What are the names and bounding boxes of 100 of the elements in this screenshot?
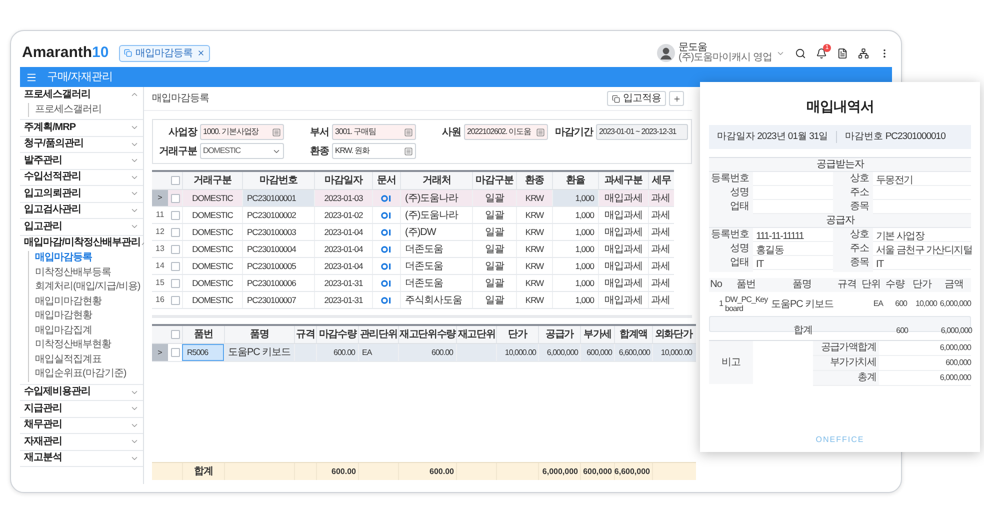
column-header[interactable]: 단가 <box>496 326 538 343</box>
sidebar-item[interactable]: 수입선적관리 <box>20 170 143 185</box>
column-header[interactable]: 거래구분 <box>182 172 242 189</box>
column-header[interactable]: 부가세 <box>580 326 614 343</box>
checkbox[interactable] <box>170 244 180 254</box>
sidebar-item[interactable]: 청구/품의관리 <box>20 136 143 152</box>
column-header[interactable]: 재고단위 <box>456 326 496 343</box>
search-icon[interactable] <box>795 48 806 58</box>
column-header[interactable]: 관리단위 <box>358 326 398 343</box>
checkbox[interactable] <box>170 210 180 220</box>
column-header[interactable]: 마감번호 <box>242 172 314 189</box>
input-field[interactable]: 3001. 구매팀 <box>332 124 416 140</box>
input-field[interactable]: 2023-01-01 ~ 2023-12-31 <box>596 124 688 140</box>
sidebar-subitem[interactable]: 매입마감현황 <box>35 311 92 322</box>
checkbox[interactable] <box>170 228 180 236</box>
sidebar-item[interactable]: 채무관리 <box>20 418 143 433</box>
sidebar-item[interactable]: 재고분석 <box>20 450 143 466</box>
checkbox[interactable] <box>170 296 180 304</box>
table-cell: 과세 <box>648 224 674 240</box>
column-header[interactable]: 과세구분 <box>598 172 648 189</box>
table-row[interactable]: > R5006 도움PC 키보드 600.00 EA 600.00 10,000.00 6,000,000 600,000 6,600,000 10,000.00 <box>152 344 696 362</box>
column-header: 품번 <box>736 278 756 292</box>
add-button[interactable] <box>669 91 684 106</box>
column-header[interactable]: 거래처 <box>400 172 472 189</box>
avatar-icon[interactable] <box>656 44 675 62</box>
table-cell: PC230100001 <box>242 190 314 206</box>
user-name: 문도움 <box>678 43 708 53</box>
table-row[interactable]: 11 DOMESTIC PC230100002 2023-01-02 (주)도움나라 일괄 KRW 1,000 매입과세 과세 <box>152 207 674 224</box>
sidebar-item[interactable]: 발주관리 <box>20 153 143 168</box>
sidebar-item[interactable]: 지급관리 <box>20 401 143 416</box>
table-row[interactable]: 12 DOMESTIC PC230100003 2023-01-04 (주)DW 일괄 KRW 1,000 매입과세 과세 <box>152 224 674 241</box>
checkbox[interactable] <box>170 194 180 202</box>
column-header[interactable]: 마감수량 <box>316 326 358 343</box>
sidebar-subitem[interactable]: 매입순위표(마감기준) <box>35 369 126 380</box>
column-header[interactable]: 합계액 <box>614 326 652 343</box>
logo[interactable]: Amaranth10 <box>22 42 109 64</box>
table-row[interactable]: > DOMESTIC PC230100001 2023-01-03 (주)도움나라 일괄 KRW 1,000 매입과세 과세 <box>152 190 674 207</box>
section-title: 공급받는자 <box>709 158 971 172</box>
document-status-icon[interactable] <box>381 228 392 236</box>
checkbox[interactable] <box>170 330 180 339</box>
sidebar-item[interactable]: 프로세스갤러리 <box>20 87 143 102</box>
sidebar-subitem[interactable]: 매입마감등록 <box>35 253 92 264</box>
table-cell: DOMESTIC <box>182 224 242 240</box>
document-status-icon[interactable] <box>381 246 392 252</box>
table-row[interactable]: 14 DOMESTIC PC230100005 2023-01-04 더존도움 일괄 KRW 1,000 매입과세 과세 <box>152 258 674 275</box>
document-status-icon[interactable] <box>381 262 392 270</box>
sidebar-subitem[interactable]: 매입미마감현황 <box>35 296 102 307</box>
column-header[interactable]: 마감구분 <box>472 172 516 189</box>
column-header[interactable]: 공급가 <box>538 326 580 343</box>
column-header[interactable]: 품명 <box>224 326 294 343</box>
sidebar-subitem[interactable]: 미착정산배부현황 <box>35 340 111 350</box>
table-row[interactable]: 16 DOMESTIC PC230100007 2023-01-31 주식회사도움 일괄 KRW 1,000 매입과세 과세 <box>152 292 674 309</box>
bell-icon[interactable] <box>816 48 827 58</box>
checkbox[interactable] <box>170 262 180 270</box>
column-header[interactable]: 마감일자 <box>314 172 372 189</box>
table-cell: PC230100004 <box>242 241 314 257</box>
checkbox[interactable] <box>170 176 180 185</box>
sidebar-subitem[interactable]: 회계처리(매입/지급/비용) <box>35 282 140 292</box>
column-header[interactable]: 환율 <box>552 172 598 189</box>
sidebar-subitem[interactable]: 미착정산배부등록 <box>35 268 111 278</box>
table-cell: 600.00 <box>398 344 456 361</box>
document-status-icon[interactable] <box>381 212 392 218</box>
sidebar-item[interactable]: 주계획/MRP <box>20 120 143 136</box>
org-chart-icon[interactable] <box>858 48 869 58</box>
column-header[interactable]: 재고단위수량 <box>398 326 456 343</box>
open-tab[interactable]: 매입마감등록 <box>118 44 210 62</box>
sidebar-item[interactable]: 자재관리 <box>20 434 143 450</box>
input-field[interactable]: 1000. 기본사업장 <box>200 124 284 140</box>
sidebar-subitem[interactable]: 프로세스갤러리 <box>35 104 102 115</box>
table-cell: KRW <box>516 207 552 223</box>
column-header[interactable]: 품번 <box>182 326 224 343</box>
document-status-icon[interactable] <box>381 194 392 202</box>
field-label: 사업장 <box>168 126 197 140</box>
apply-button[interactable]: 입고적용 <box>607 91 666 106</box>
table-cell: KRW <box>516 224 552 240</box>
sidebar-subitem[interactable]: 매입실적집계표 <box>35 354 102 365</box>
checkbox[interactable] <box>170 278 180 288</box>
sidebar-item[interactable]: 입고관리 <box>20 219 143 234</box>
menu-icon[interactable] <box>26 72 37 82</box>
table-cell: DOMESTIC <box>182 275 242 291</box>
column-header[interactable]: 문서 <box>372 172 400 189</box>
column-header[interactable]: 외화단가 <box>652 326 694 343</box>
page-title: 매입마감등록 <box>152 92 209 106</box>
column-header[interactable]: 환종 <box>516 172 552 189</box>
select-field[interactable]: DOMESTIC <box>200 143 284 159</box>
sidebar-subitem[interactable]: 매입마감집계 <box>35 326 92 336</box>
document-status-icon[interactable] <box>381 280 392 286</box>
column-header[interactable]: 세무 <box>648 172 674 189</box>
sidebar-item[interactable]: 수입제비용관리 <box>20 384 143 400</box>
input-field[interactable]: 2022102602. 이도움 <box>464 124 548 140</box>
checkbox[interactable] <box>170 348 180 357</box>
close-icon[interactable] <box>196 49 205 57</box>
table-row[interactable]: 13 DOMESTIC PC230100004 2023-01-04 더존도움 일괄 KRW 1,000 매입과세 과세 <box>152 241 674 258</box>
document-status-icon[interactable] <box>381 296 392 304</box>
column-header[interactable]: 규격 <box>294 326 316 343</box>
input-field[interactable]: KRW. 원화 <box>332 143 416 159</box>
sidebar-item[interactable]: 입고의뢰관리 <box>20 186 143 202</box>
table-row[interactable]: 15 DOMESTIC PC230100006 2023-01-31 더존도움 일괄 KRW 1,000 매입과세 과세 <box>152 275 674 292</box>
document-icon[interactable] <box>837 48 848 58</box>
sidebar-item[interactable]: 입고검사관리 <box>20 202 143 218</box>
